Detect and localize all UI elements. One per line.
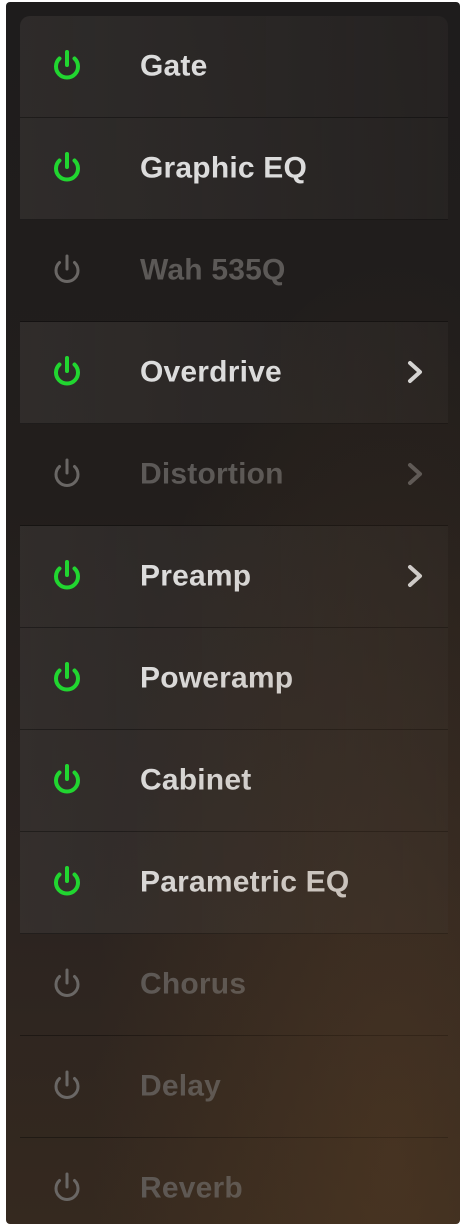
power-icon[interactable] [48,557,86,595]
module-label: Distortion [140,456,284,490]
power-icon[interactable] [48,149,86,187]
power-icon[interactable] [48,761,86,799]
effects-chain-panel: Gate Graphic EQ Wah 535Q Overdrive Disto… [6,2,460,1224]
module-label: Reverb [140,1170,243,1204]
module-row-poweramp[interactable]: Poweramp [20,628,448,730]
power-icon[interactable] [48,1067,86,1105]
power-icon[interactable] [48,455,86,493]
power-icon[interactable] [48,353,86,391]
chevron-right-icon[interactable] [404,460,426,488]
power-icon[interactable] [48,47,86,85]
module-row-wah-535q[interactable]: Wah 535Q [20,220,448,322]
module-row-delay[interactable]: Delay [20,1036,448,1138]
chevron-right-icon[interactable] [404,562,426,590]
module-label: Parametric EQ [140,864,350,898]
module-row-gate[interactable]: Gate [20,16,448,118]
module-row-graphic-eq[interactable]: Graphic EQ [20,118,448,220]
module-label: Gate [140,48,208,82]
module-label: Chorus [140,966,247,1000]
module-label: Overdrive [140,354,282,388]
module-row-chorus[interactable]: Chorus [20,934,448,1036]
power-icon[interactable] [48,863,86,901]
module-row-parametric-eq[interactable]: Parametric EQ [20,832,448,934]
module-label: Graphic EQ [140,150,308,184]
module-label: Preamp [140,558,252,592]
module-row-overdrive[interactable]: Overdrive [20,322,448,424]
module-row-distortion[interactable]: Distortion [20,424,448,526]
module-row-preamp[interactable]: Preamp [20,526,448,628]
module-label: Wah 535Q [140,252,286,286]
module-list: Gate Graphic EQ Wah 535Q Overdrive Disto… [20,16,448,1224]
module-label: Poweramp [140,660,294,694]
chevron-right-icon[interactable] [404,358,426,386]
module-label: Cabinet [140,762,252,796]
power-icon[interactable] [48,1169,86,1207]
module-row-reverb[interactable]: Reverb [20,1138,448,1224]
power-icon[interactable] [48,251,86,289]
power-icon[interactable] [48,659,86,697]
power-icon[interactable] [48,965,86,1003]
module-row-cabinet[interactable]: Cabinet [20,730,448,832]
module-label: Delay [140,1068,222,1102]
